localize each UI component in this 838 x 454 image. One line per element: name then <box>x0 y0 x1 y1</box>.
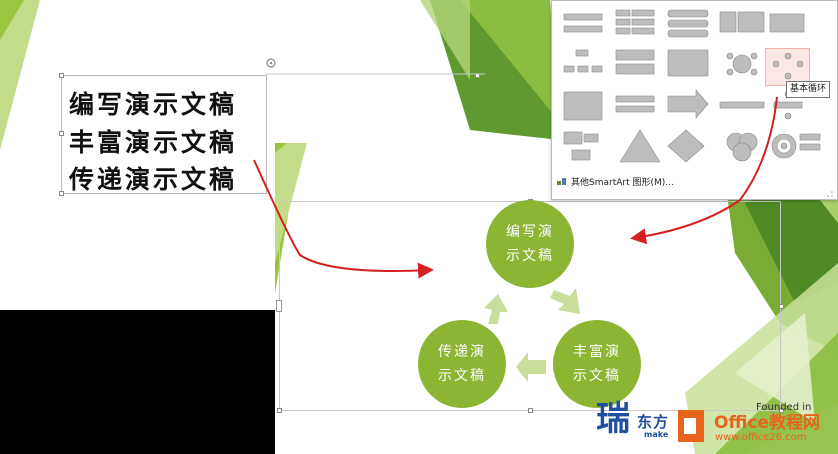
watermark-sub: make <box>644 430 669 439</box>
svg-text:瑞: 瑞 <box>596 399 630 439</box>
watermark-founded: Founded in <box>756 402 812 413</box>
annotation-arrows <box>253 96 778 279</box>
watermark-brand: 东方 <box>637 413 670 431</box>
office-logo-icon <box>678 410 704 442</box>
watermark-logo-icon: 瑞 <box>596 399 630 439</box>
watermark-site: www.office26.com <box>715 432 807 443</box>
